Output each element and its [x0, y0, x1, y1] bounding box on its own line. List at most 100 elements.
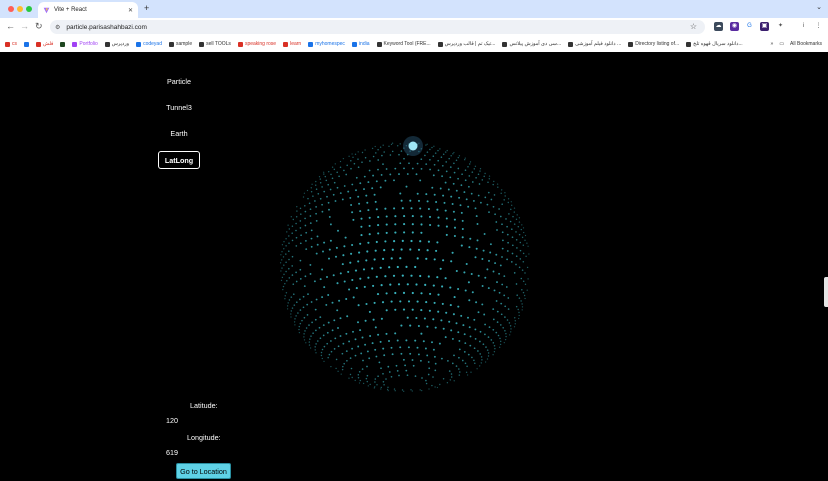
bookmark-item[interactable]: india	[351, 41, 370, 47]
globe-particle	[459, 371, 461, 373]
globe-particle	[394, 291, 397, 295]
longitude-input[interactable]: 619	[166, 448, 178, 457]
bookmark-item[interactable]: sell TOOLs	[199, 41, 231, 47]
bookmark-item[interactable]: learn	[283, 41, 301, 47]
globe-particle	[421, 389, 423, 392]
bookmark-item[interactable]: دانلود سریال قهوه تلخ...	[686, 41, 743, 47]
extension-cloud-icon[interactable]: ☁	[714, 22, 723, 31]
globe-particle	[458, 339, 461, 342]
bookmark-favicon-icon	[36, 41, 41, 47]
globe-particle	[411, 359, 414, 361]
bookmark-item[interactable]: speaking rose	[237, 41, 276, 47]
globe-particle	[331, 177, 334, 180]
globe-particle	[315, 352, 317, 354]
bookmark-item[interactable]: Directory listing of...	[628, 41, 679, 47]
menu-button-tunnel3[interactable]: Tunnel3	[158, 99, 200, 117]
bookmark-label: سی دی آموزش پیلاتس...	[509, 41, 562, 47]
globe-particle	[462, 324, 465, 327]
globe-particle	[383, 383, 385, 386]
globe-particle	[389, 283, 392, 286]
extension-badge-icon[interactable]: ◉	[730, 22, 739, 31]
globe-particle	[428, 215, 432, 218]
globe-particle	[507, 241, 509, 244]
close-window-button[interactable]	[8, 6, 14, 12]
globe-particle	[440, 319, 443, 322]
globe-particle	[315, 206, 317, 208]
bookmark-item[interactable]: سی دی آموزش پیلاتس...	[502, 41, 561, 47]
latitude-input[interactable]: 120	[166, 416, 178, 425]
bookmark-item[interactable]: Keyword Tool (FRE...	[376, 41, 431, 47]
bookmark-favicon-icon	[104, 41, 110, 47]
bookmark-item[interactable]: cs	[5, 41, 17, 47]
globe-particle	[481, 303, 484, 306]
profile-icon[interactable]: ⅰ	[799, 22, 808, 31]
tab-search-chevron-icon[interactable]: ⌄	[816, 3, 822, 11]
globe-particle	[378, 361, 381, 364]
extension-translate-icon[interactable]: G	[745, 22, 754, 31]
bookmark-item[interactable]: sample	[168, 41, 192, 47]
forward-arrow-icon[interactable]: →	[20, 21, 29, 31]
browser-tab[interactable]: Vite + React ✕	[38, 2, 138, 18]
globe-particle	[308, 324, 310, 326]
globe-particle	[335, 246, 338, 249]
scrollbar-thumb[interactable]	[824, 277, 828, 307]
globe-particle	[323, 241, 326, 244]
bookmark-item[interactable]: وردپرس	[104, 41, 129, 47]
bookmark-item[interactable]	[24, 41, 29, 47]
globe-particle	[345, 173, 348, 176]
globe-particle	[496, 310, 499, 313]
globe-particle	[506, 319, 509, 321]
back-arrow-icon[interactable]: ←	[6, 21, 15, 31]
bookmark-item[interactable]: تیک تم | قالب وردپرس...	[437, 41, 495, 47]
globe-particle	[434, 152, 437, 154]
bookmark-star-icon[interactable]: ☆	[690, 22, 697, 31]
globe-particle	[354, 354, 357, 357]
bookmark-item[interactable]: myhomespec	[308, 41, 345, 47]
globe-particle	[373, 301, 376, 304]
globe-particle	[325, 303, 328, 306]
globe-particle	[461, 236, 464, 239]
reload-icon[interactable]: ↻	[35, 21, 43, 32]
maximize-window-button[interactable]	[26, 6, 32, 12]
globe-particle	[513, 211, 515, 213]
globe-particle	[519, 258, 522, 260]
globe-particle	[410, 239, 413, 243]
more-bookmarks-chevron-icon[interactable]: »	[771, 41, 774, 47]
browser-menu-icon[interactable]: ⋮	[814, 22, 823, 31]
globe-particle	[468, 163, 471, 165]
site-info-icon[interactable]: ⚙	[55, 24, 60, 31]
globe-particle	[417, 248, 421, 251]
go-to-location-button[interactable]: Go to Location	[176, 463, 231, 479]
globe-particle	[396, 145, 399, 147]
globe-particle	[400, 199, 403, 202]
all-bookmarks-link[interactable]: All Bookmarks	[790, 41, 822, 47]
globe-particle	[321, 210, 324, 213]
bookmark-item[interactable]: Portfolio	[72, 41, 98, 47]
globe-particle	[319, 197, 322, 200]
address-bar[interactable]: ⚙ particle.parisashahbazi.com ☆	[50, 20, 705, 34]
globe-particle	[521, 269, 524, 271]
bookmark-item[interactable]	[60, 41, 66, 47]
globe-particle	[356, 321, 360, 324]
menu-button-latlong[interactable]: LatLong	[158, 151, 200, 169]
bookmark-favicon-icon	[628, 41, 634, 47]
globe-particle	[468, 175, 471, 177]
globe-particle	[351, 153, 353, 155]
globe-particle	[351, 211, 354, 214]
extensions-puzzle-icon[interactable]: ✦	[776, 22, 785, 31]
globe-particle	[426, 325, 429, 328]
new-tab-button[interactable]: +	[144, 3, 149, 13]
minimize-window-button[interactable]	[17, 6, 23, 12]
globe-particle	[501, 247, 504, 250]
menu-button-earth[interactable]: Earth	[158, 125, 200, 143]
all-bookmarks-folder-icon[interactable]: ▭	[779, 41, 784, 47]
globe-particle	[479, 330, 482, 333]
menu-button-particle[interactable]: Particle	[158, 73, 200, 91]
bookmark-item[interactable]: دانلود فیلم آموزشی ...	[568, 41, 621, 47]
close-tab-icon[interactable]: ✕	[128, 7, 133, 14]
extension-app-icon[interactable]: ▣	[760, 22, 769, 31]
particle-globe-canvas[interactable]	[270, 132, 540, 402]
globe-particle	[451, 251, 454, 254]
bookmark-item[interactable]: فلش	[36, 41, 53, 47]
bookmark-item[interactable]: codeyad	[136, 41, 162, 47]
